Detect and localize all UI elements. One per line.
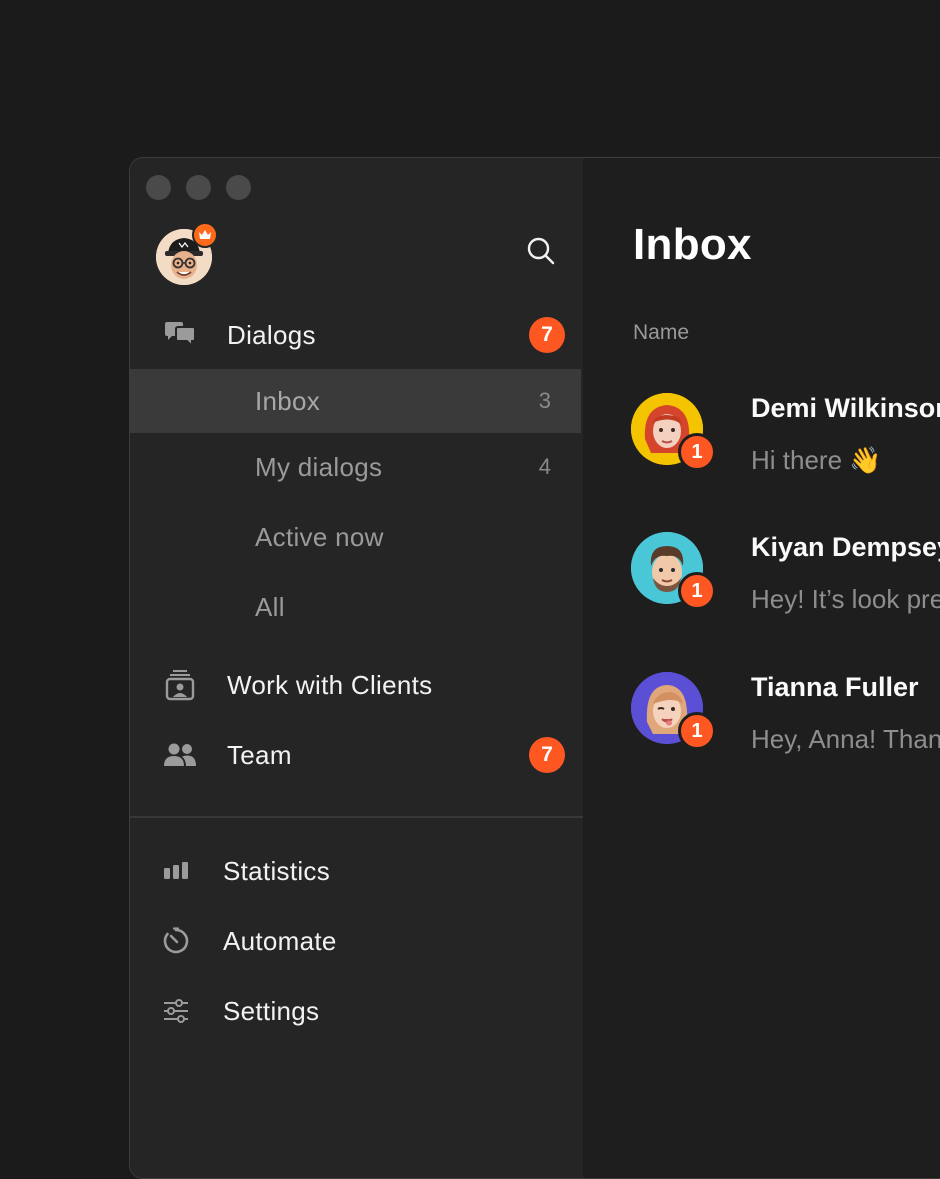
nav-label-automate: Automate: [223, 925, 337, 956]
subnav-count-inbox: 3: [538, 388, 551, 413]
nav-item-team[interactable]: Team 7: [130, 723, 581, 787]
profile-avatar[interactable]: [156, 222, 218, 285]
subnav-item-inbox[interactable]: Inbox 3: [130, 369, 581, 433]
unread-badge: 1: [678, 572, 716, 610]
nav-label-team: Team: [227, 739, 292, 770]
contact-name: Kiyan Dempsey: [751, 532, 940, 562]
sliders-icon: [158, 993, 194, 1029]
contact-avatar: 1: [631, 393, 716, 471]
subnav-item-my-dialogs[interactable]: My dialogs 4: [130, 435, 581, 499]
nav-label-settings: Settings: [223, 995, 320, 1026]
conversation-row[interactable]: 1 Tianna Fuller Hey, Anna! Thanks: [631, 672, 940, 772]
app-window: Dialogs 7 Inbox 3 My dialogs 4 Active no…: [129, 157, 940, 1179]
subnav-label-active-now: Active now: [255, 521, 384, 552]
subnav-label-all: All: [255, 591, 285, 622]
message-preview: Hi there 👋: [751, 445, 882, 475]
conversation-row[interactable]: 1 Demi Wilkinson Hi there 👋: [631, 393, 940, 493]
page-title: Inbox: [633, 220, 752, 269]
main-panel: Inbox Name 1 Demi Wilkinson Hi there 👋 1…: [583, 158, 940, 1178]
nav-label-statistics: Statistics: [223, 855, 331, 886]
subnav-item-active-now[interactable]: Active now: [130, 505, 581, 569]
subnav-count-my-dialogs: 4: [538, 454, 551, 479]
timer-icon: [158, 923, 194, 959]
unread-badge: 1: [678, 433, 716, 471]
nav-item-statistics[interactable]: Statistics: [130, 839, 581, 903]
crown-icon: [199, 230, 211, 239]
contact-name: Demi Wilkinson: [751, 393, 940, 423]
search-icon: [527, 237, 555, 265]
contact-card-icon: [162, 667, 198, 703]
conversation-row[interactable]: 1 Kiyan Dempsey Hey! It’s look pretty: [631, 532, 940, 632]
sidebar-divider: [130, 816, 583, 818]
nav-item-dialogs[interactable]: Dialogs 7: [130, 303, 581, 367]
contact-name: Tianna Fuller: [751, 672, 919, 702]
nav-label-dialogs: Dialogs: [227, 319, 316, 350]
column-header-name[interactable]: Name: [633, 321, 689, 345]
dialogs-count-badge: 7: [529, 317, 565, 353]
subnav-label-my-dialogs: My dialogs: [255, 451, 383, 482]
nav-item-work-with-clients[interactable]: Work with Clients: [130, 653, 581, 717]
nav-item-automate[interactable]: Automate: [130, 909, 581, 973]
nav-item-settings[interactable]: Settings: [130, 979, 581, 1043]
team-count-badge: 7: [529, 737, 565, 773]
unread-badge: 1: [678, 712, 716, 750]
search-button[interactable]: [523, 233, 559, 269]
subnav-label-inbox: Inbox: [255, 385, 321, 416]
contact-avatar: 1: [631, 532, 716, 610]
window-zoom-button[interactable]: [226, 175, 251, 200]
people-icon: [162, 737, 198, 773]
sidebar: Dialogs 7 Inbox 3 My dialogs 4 Active no…: [130, 158, 583, 1178]
message-preview: Hey, Anna! Thanks: [751, 724, 940, 754]
subnav-item-all[interactable]: All: [130, 575, 581, 639]
message-preview: Hey! It’s look pretty: [751, 584, 940, 614]
nav-label-work-with-clients: Work with Clients: [227, 669, 433, 700]
window-minimize-button[interactable]: [186, 175, 211, 200]
chat-bubbles-icon: [162, 317, 198, 353]
crown-badge: [192, 222, 218, 248]
contact-avatar: 1: [631, 672, 716, 750]
window-close-button[interactable]: [146, 175, 171, 200]
bar-chart-icon: [158, 853, 194, 889]
